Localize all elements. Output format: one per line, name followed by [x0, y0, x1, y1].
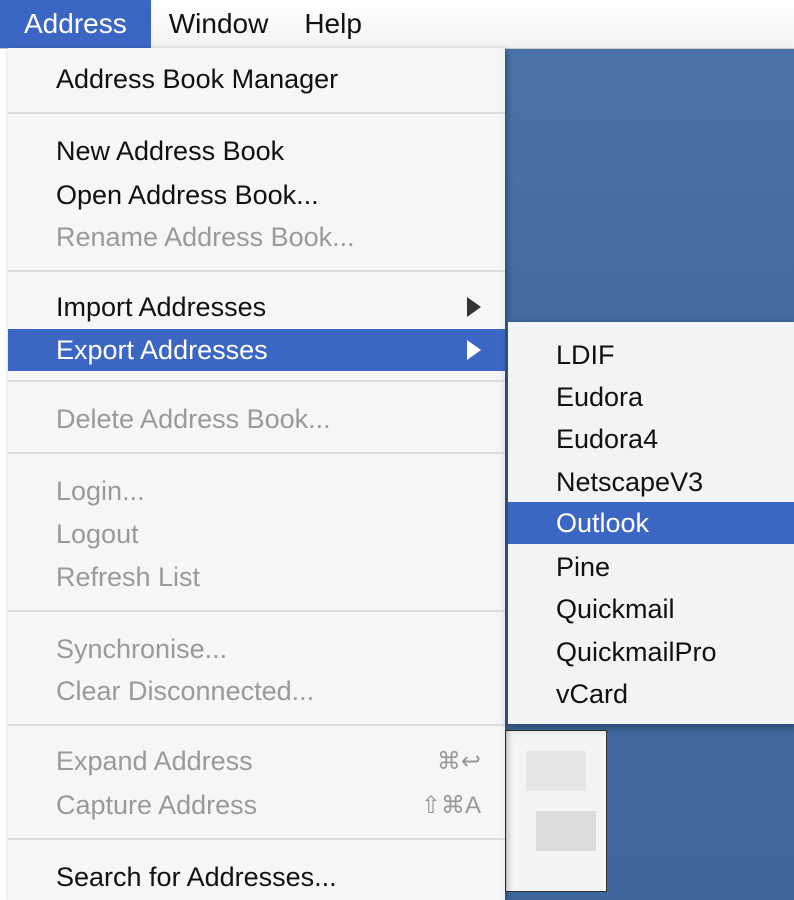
menu-item-label: Clear Disconnected...	[56, 675, 315, 706]
menu-item-login: Login...	[8, 470, 505, 512]
menu-item-label: Import Addresses	[56, 291, 267, 322]
right-triangle-icon	[467, 297, 481, 317]
menu-item-label: Open Address Book...	[56, 179, 319, 210]
menu-item-import-addresses[interactable]: Import Addresses	[8, 286, 505, 328]
menu-item-expand-address: Expand Address ⌘↩	[8, 740, 505, 782]
submenu-item-vcard[interactable]: vCard	[508, 673, 794, 715]
menu-item-new-address-book[interactable]: New Address Book	[8, 130, 505, 172]
menu-item-clear-disconnected: Clear Disconnected...	[8, 670, 505, 712]
menu-item-rename-address-book: Rename Address Book...	[8, 216, 505, 258]
menu-separator	[8, 270, 505, 272]
menu-item-label: Address Book Manager	[56, 63, 339, 94]
menu-separator	[8, 112, 505, 114]
menu-item-shortcut: ⌘↩	[436, 747, 481, 775]
menu-item-label: Refresh List	[56, 561, 201, 592]
menu-item-address-book-manager[interactable]: Address Book Manager	[8, 58, 505, 100]
menu-help[interactable]: Help	[286, 0, 380, 48]
menu-bar: Address Window Help	[0, 0, 794, 49]
menu-separator	[8, 610, 505, 612]
menu-separator	[8, 724, 505, 726]
submenu-item-pine[interactable]: Pine	[508, 546, 794, 588]
submenu-item-ldif[interactable]: LDIF	[508, 334, 794, 376]
submenu-item-outlook[interactable]: Outlook	[508, 502, 794, 544]
background-panel-block	[526, 751, 586, 791]
background-panel-block	[536, 811, 596, 851]
menu-item-delete-address-book: Delete Address Book...	[8, 398, 505, 440]
menu-item-label: Search for Addresses...	[56, 861, 337, 892]
menu-item-label: Export Addresses	[56, 334, 268, 365]
menu-item-export-addresses[interactable]: Export Addresses	[8, 329, 505, 371]
submenu-item-eudora[interactable]: Eudora	[508, 376, 794, 418]
menu-item-label: Rename Address Book...	[56, 221, 355, 252]
submenu-item-quickmailpro[interactable]: QuickmailPro	[508, 631, 794, 673]
menu-item-label: Synchronise...	[56, 633, 228, 664]
menu-item-label: Capture Address	[56, 789, 258, 820]
menu-item-shortcut: ⇧⌘A	[420, 791, 481, 819]
export-addresses-submenu: LDIF Eudora Eudora4 NetscapeV3 Outlook P…	[508, 322, 794, 724]
menu-item-label: Logout	[56, 518, 139, 549]
address-menu-dropdown: Address Book Manager New Address Book Op…	[8, 48, 505, 900]
menu-item-label: Expand Address	[56, 745, 253, 776]
menu-separator	[8, 838, 505, 840]
menu-item-open-address-book[interactable]: Open Address Book...	[8, 174, 505, 216]
background-panel	[505, 730, 607, 892]
menu-separator	[8, 380, 505, 382]
right-triangle-icon	[467, 340, 481, 360]
menu-item-label: New Address Book	[56, 135, 285, 166]
menu-window[interactable]: Window	[151, 0, 287, 48]
menu-item-label: Login...	[56, 475, 145, 506]
submenu-item-netscapev3[interactable]: NetscapeV3	[508, 461, 794, 503]
menu-item-synchronise: Synchronise...	[8, 628, 505, 670]
menu-item-logout: Logout	[8, 513, 505, 555]
menu-item-refresh-list: Refresh List	[8, 556, 505, 598]
submenu-item-quickmail[interactable]: Quickmail	[508, 588, 794, 630]
menu-address[interactable]: Address	[0, 0, 151, 48]
menu-separator	[8, 452, 505, 454]
submenu-item-eudora4[interactable]: Eudora4	[508, 418, 794, 460]
menu-item-label: Delete Address Book...	[56, 403, 331, 434]
menu-item-search-for-addresses[interactable]: Search for Addresses...	[8, 856, 505, 898]
menu-item-capture-address: Capture Address ⇧⌘A	[8, 784, 505, 826]
